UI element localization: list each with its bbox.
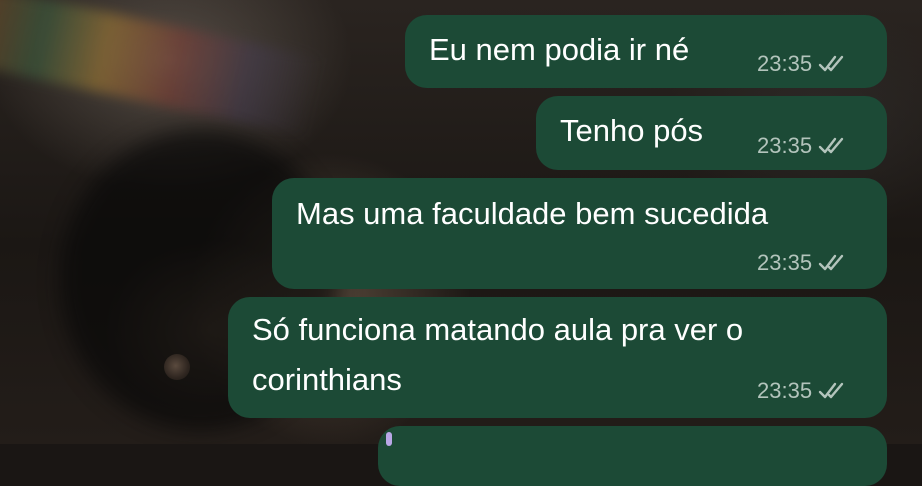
message-meta: 23:35 [757, 379, 846, 403]
double-check-icon [818, 254, 844, 271]
message-meta: 23:35 [757, 52, 846, 76]
message-text: Eu nem podia ir né [429, 32, 690, 67]
message-time: 23:35 [757, 51, 813, 76]
message-bubble-partial[interactable] [378, 426, 887, 486]
message-time: 23:35 [757, 250, 813, 275]
message-time: 23:35 [757, 378, 813, 403]
double-check-icon [818, 382, 844, 399]
message-bubble[interactable]: Só funciona matando aula pra ver o corin… [228, 297, 887, 418]
message-text: Tenho pós [560, 113, 704, 148]
message-meta: 23:35 [757, 134, 846, 158]
message-bubble[interactable]: Mas uma faculdade bem sucedida 23:35 [272, 178, 887, 289]
message-text: Mas uma faculdade bem sucedida [296, 196, 769, 231]
double-check-icon [818, 137, 844, 154]
message-list[interactable]: Eu nem podia ir né 23:35 Tenho pós 23:35… [0, 0, 922, 486]
message-meta: 23:35 [757, 251, 846, 275]
message-bubble[interactable]: Tenho pós 23:35 [536, 96, 887, 170]
message-bubble[interactable]: Eu nem podia ir né 23:35 [405, 15, 887, 88]
double-check-icon [818, 55, 844, 72]
message-time: 23:35 [757, 133, 813, 158]
